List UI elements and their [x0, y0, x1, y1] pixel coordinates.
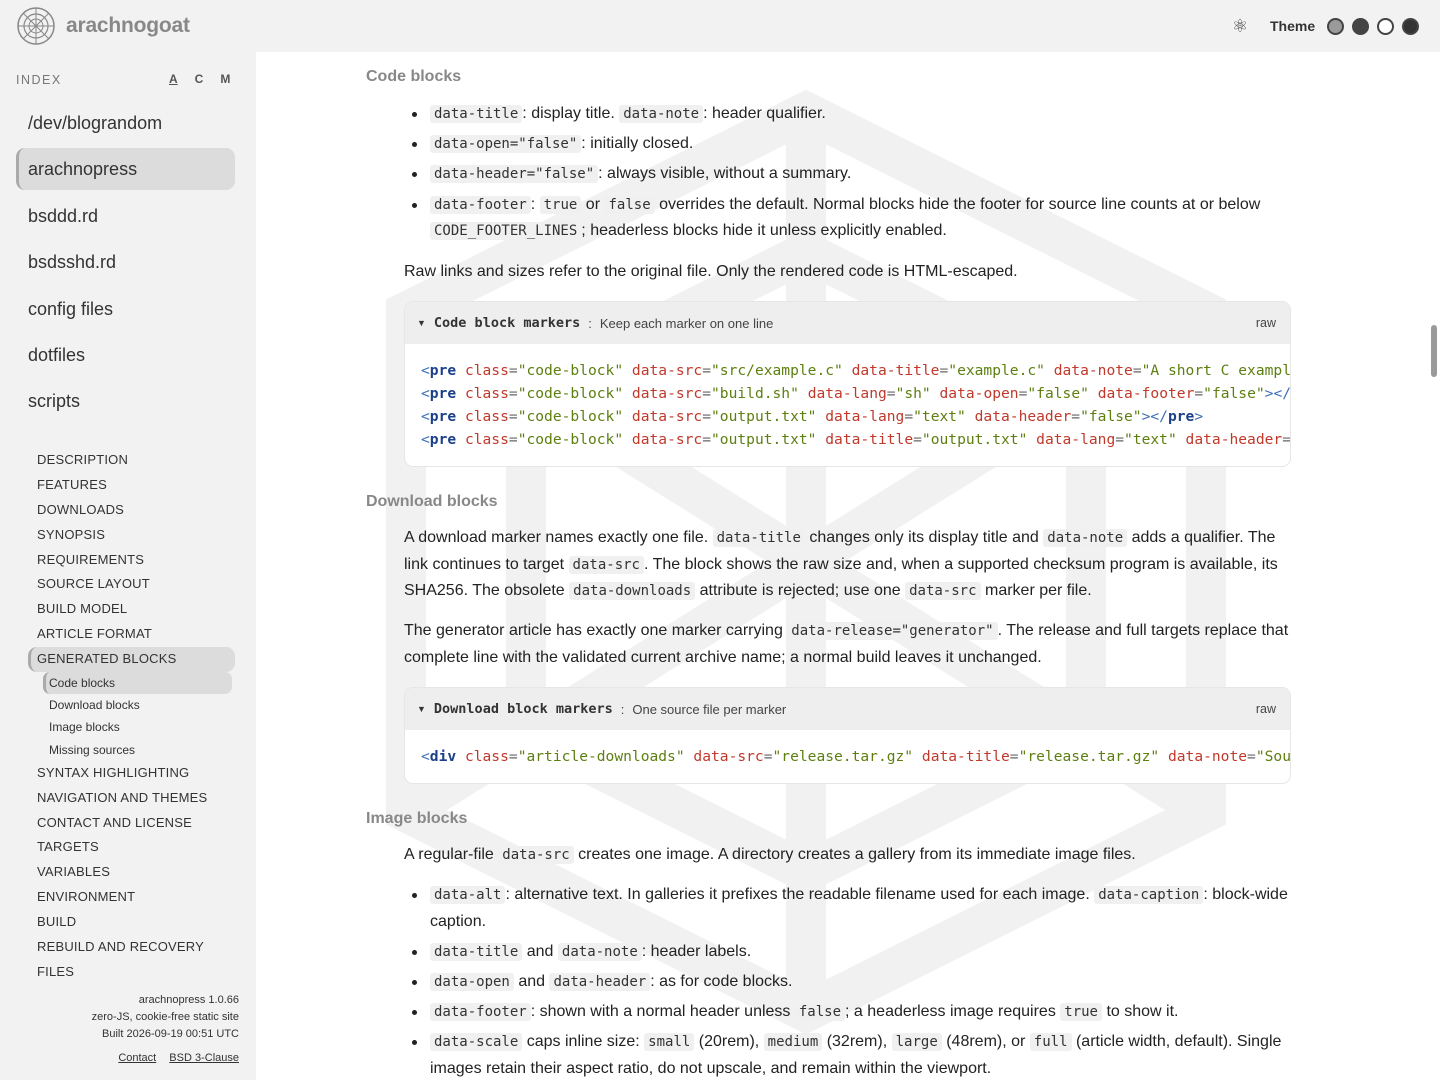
sidebar-project-item[interactable]: dotfiles	[16, 334, 235, 376]
version-text: arachnopress 1.0.66	[138, 994, 239, 1006]
code-block-title: Download block markers	[433, 701, 613, 717]
raw-link[interactable]: raw	[1256, 316, 1276, 330]
sort-alpha-link[interactable]: A	[169, 72, 178, 86]
image-options-list: data-alt: alternative text. In galleries…	[404, 882, 1291, 1080]
section-heading-download-blocks: Download blocks	[366, 493, 498, 510]
sidebar-section-item[interactable]: SYNOPSIS	[28, 523, 235, 548]
list-item: data-title and data-note: header labels.	[404, 939, 1291, 966]
list-item: data-footer: true or false overrides the…	[404, 192, 1291, 245]
sidebar-subsection-item[interactable]: Download blocks	[43, 694, 235, 716]
theme-label: Theme	[1270, 18, 1316, 34]
list-item: data-alt: alternative text. In galleries…	[404, 882, 1291, 935]
sidebar-section-item[interactable]: NAVIGATION AND THEMES	[28, 786, 235, 811]
sidebar-section-item[interactable]: FILES	[28, 960, 235, 985]
paragraph: A regular-file data-src creates one imag…	[404, 846, 1136, 864]
list-item: data-scale caps inline size: small (20re…	[404, 1029, 1291, 1080]
paragraph: The generator article has exactly one ma…	[404, 622, 1289, 666]
sort-options: A C M	[169, 72, 230, 86]
build-time-text: Built 2026-09-19 00:51 UTC	[102, 1028, 239, 1040]
sidebar-project-item[interactable]: /dev/blograndom	[16, 102, 235, 144]
code-line: <pre class="code-block" data-src="output…	[421, 408, 1204, 425]
code-block-title: Code block markers	[433, 315, 581, 331]
sidebar-subsection-item[interactable]: Code blocks	[43, 672, 232, 695]
scrollbar-thumb[interactable]	[1431, 325, 1437, 377]
sidebar-section-item[interactable]: FEATURES	[28, 473, 235, 498]
tagline-text: zero-JS, cookie-free static site	[91, 1011, 239, 1023]
top-bar: arachnogoat ⚛ Theme	[0, 0, 1440, 52]
article-main: Code blocks data-title: display title. d…	[256, 52, 1440, 1080]
license-link[interactable]: BSD 3-Clause	[169, 1052, 239, 1064]
code-line: <pre class="code-block" data-src="build.…	[421, 385, 1290, 402]
list-item: data-header="false": always visible, wit…	[404, 161, 1291, 188]
sidebar-section-item[interactable]: BUILD MODEL	[28, 597, 235, 622]
code-block-header[interactable]: ▼ Code block markers : Keep each marker …	[405, 302, 1290, 344]
collapse-triangle-icon[interactable]: ▼	[417, 318, 426, 328]
site-logo-icon[interactable]	[16, 6, 56, 46]
sidebar-section-item[interactable]: REBUILD AND RECOVERY	[28, 935, 235, 960]
atom-feed-icon[interactable]: ⚛	[1232, 17, 1248, 35]
sidebar-footer: arachnopress 1.0.66 zero-JS, cookie-free…	[92, 992, 239, 1067]
sidebar-section-item[interactable]: SYNTAX HIGHLIGHTING	[28, 761, 235, 786]
sidebar-section-item[interactable]: ARTICLE FORMAT	[28, 622, 235, 647]
sidebar-section-item[interactable]: VARIABLES	[28, 860, 235, 885]
sidebar-subsection-item[interactable]: Image blocks	[43, 716, 235, 738]
sort-created-link[interactable]: C	[195, 72, 204, 86]
theme-switcher	[1327, 18, 1419, 35]
theme-light-icon[interactable]	[1377, 18, 1394, 35]
theme-auto-icon[interactable]	[1327, 18, 1344, 35]
sidebar-section-item[interactable]: DOWNLOADS	[28, 498, 235, 523]
sidebar-subsection-item[interactable]: Missing sources	[43, 739, 235, 761]
raw-link[interactable]: raw	[1256, 702, 1276, 716]
sidebar-section-item[interactable]: REQUIREMENTS	[28, 548, 235, 573]
code-line: <pre class="code-block" data-src="output…	[421, 431, 1290, 448]
paragraph: A download marker names exactly one file…	[404, 529, 1278, 600]
section-heading-image-blocks: Image blocks	[366, 810, 468, 827]
list-item: data-open and data-header: as for code b…	[404, 969, 1291, 996]
code-line: <pre class="code-block" data-src="src/ex…	[421, 362, 1290, 379]
code-block-body: <div class="article-downloads" data-src=…	[405, 730, 1290, 783]
index-heading: INDEX	[16, 73, 62, 87]
sidebar-project-item[interactable]: arachnopress	[16, 148, 235, 191]
theme-dark-icon[interactable]	[1402, 18, 1419, 35]
code-block-markers-box: ▼ Code block markers : Keep each marker …	[404, 301, 1291, 467]
contact-link[interactable]: Contact	[118, 1052, 156, 1064]
section-list: DESCRIPTION FEATURES DOWNLOADS SYNOPSIS REQU…	[28, 448, 235, 985]
sidebar: INDEX A C M /dev/blograndom arachnopress b…	[0, 52, 256, 1080]
sidebar-section-item[interactable]: TARGETS	[28, 835, 235, 860]
list-item: data-open="false": initially closed.	[404, 131, 1291, 158]
section-heading-code-blocks: Code blocks	[366, 68, 462, 85]
code-block-body: <pre class="code-block" data-src="src/ex…	[405, 344, 1290, 466]
site-name[interactable]: arachnogoat	[66, 14, 190, 38]
paragraph: Raw links and sizes refer to the origina…	[404, 263, 1018, 280]
collapse-triangle-icon[interactable]: ▼	[417, 704, 426, 714]
theme-contrast-icon[interactable]	[1352, 18, 1369, 35]
list-item: data-title: display title. data-note: he…	[404, 101, 1291, 128]
code-options-list: data-title: display title. data-note: he…	[404, 101, 1291, 248]
project-list: /dev/blograndom arachnopress bsddd.rd bsdss…	[16, 102, 235, 427]
sidebar-section-item[interactable]: GENERATED BLOCKS	[28, 647, 235, 673]
sidebar-section-item[interactable]: BUILD	[28, 910, 235, 935]
code-block-note: One source file per marker	[632, 701, 787, 717]
sidebar-project-item[interactable]: scripts	[16, 380, 235, 422]
code-line: <div class="article-downloads" data-src=…	[421, 748, 1290, 765]
sidebar-project-item[interactable]: bsddd.rd	[16, 195, 235, 237]
sidebar-section-item[interactable]: CONTACT AND LICENSE	[28, 811, 235, 836]
download-block-markers-box: ▼ Download block markers : One source fi…	[404, 687, 1291, 784]
code-block-note: Keep each marker on one line	[599, 315, 774, 331]
sort-modified-link[interactable]: M	[220, 72, 230, 86]
sidebar-project-item[interactable]: bsdsshd.rd	[16, 241, 235, 283]
sidebar-section-item[interactable]: SOURCE LAYOUT	[28, 572, 235, 597]
sidebar-section-item[interactable]: DESCRIPTION	[28, 448, 235, 473]
code-block-header[interactable]: ▼ Download block markers : One source fi…	[405, 688, 1290, 730]
sidebar-section-item[interactable]: ENVIRONMENT	[28, 885, 235, 910]
sidebar-project-item[interactable]: config files	[16, 288, 235, 330]
list-item: data-footer: shown with a normal header …	[404, 999, 1291, 1026]
